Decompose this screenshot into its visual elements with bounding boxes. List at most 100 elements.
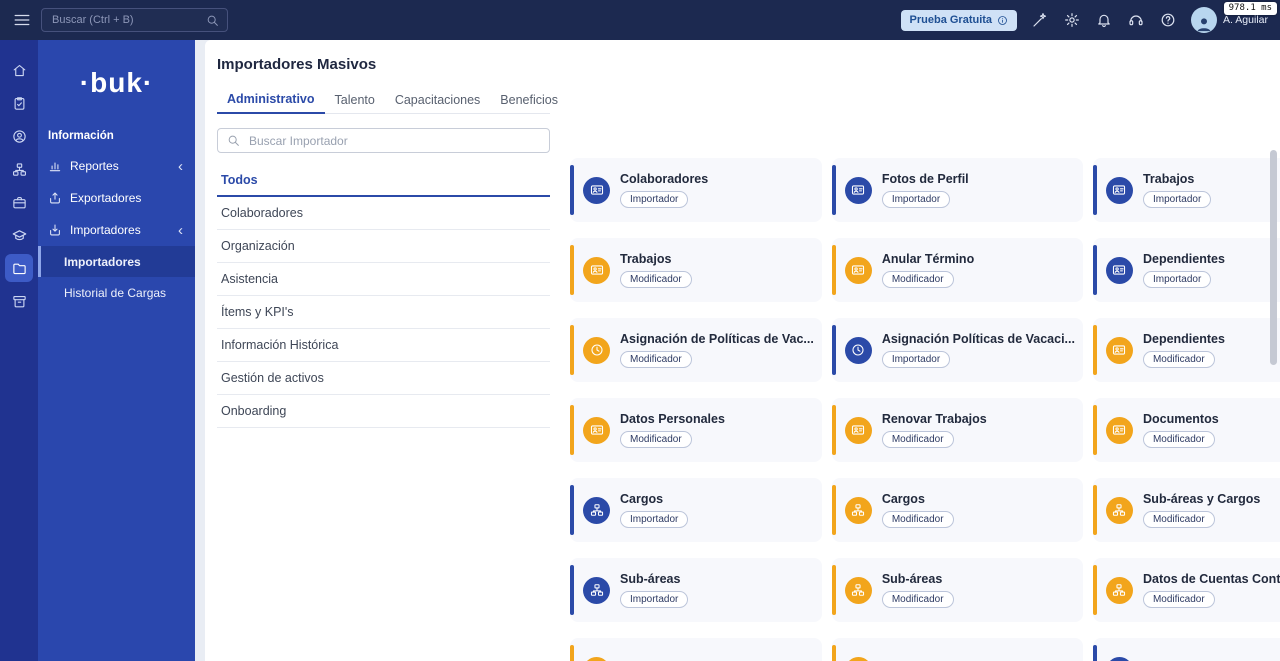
tab-label: Administrativo bbox=[227, 92, 315, 106]
page-title: Importadores Masivos bbox=[217, 56, 377, 73]
category-item[interactable]: Información Histórica bbox=[217, 329, 550, 362]
sidebar: ·buk· Información Reportes ‹ Exportadore… bbox=[38, 40, 195, 661]
global-search[interactable] bbox=[41, 8, 228, 32]
card-title: Asignación Políticas de Vacaci... bbox=[881, 332, 1075, 346]
importer-card[interactable] bbox=[831, 638, 1083, 661]
importer-card[interactable]: Asignación de Políticas de Vac... Modifi… bbox=[570, 318, 822, 382]
category-item[interactable]: Organización bbox=[217, 230, 550, 263]
scrollbar-thumb[interactable] bbox=[1270, 150, 1277, 365]
tab-beneficios[interactable]: Beneficios bbox=[490, 86, 568, 114]
sidebar-subitem-label: Importadores bbox=[64, 254, 141, 269]
support-icon[interactable] bbox=[1128, 12, 1144, 28]
tab-talento[interactable]: Talento bbox=[325, 86, 385, 114]
card-icon bbox=[844, 416, 872, 444]
card-badge: Modificador bbox=[881, 591, 954, 608]
importer-search[interactable] bbox=[217, 128, 550, 153]
importer-card[interactable]: Renovar Trabajos Modificador bbox=[831, 398, 1083, 462]
importer-card[interactable]: Trabajos Importador bbox=[1092, 158, 1280, 222]
importer-search-input[interactable] bbox=[247, 132, 540, 149]
importer-card[interactable]: Sub-áreas y Cargos Modificador bbox=[1092, 478, 1280, 542]
buk-logo: ·buk· bbox=[79, 67, 154, 98]
importer-card[interactable]: Datos de Cuentas Contables Modificador bbox=[1092, 558, 1280, 622]
importer-card[interactable]: Fotos de Perfil Importador bbox=[831, 158, 1083, 222]
card-title: Documentos bbox=[1142, 412, 1219, 426]
sidebar-subitem-importadores[interactable]: Importadores bbox=[38, 246, 195, 277]
tab-administrativo[interactable]: Administrativo bbox=[217, 86, 325, 114]
card-text: Sub-áreas Modificador bbox=[881, 572, 962, 608]
card-badge: Importador bbox=[881, 351, 951, 368]
card-accent-bar bbox=[570, 565, 574, 615]
trial-button-label: Prueba Gratuita bbox=[909, 14, 993, 26]
card-text: Datos de Cuentas Contables Modificador bbox=[1142, 572, 1280, 608]
importer-card[interactable] bbox=[570, 638, 822, 661]
rail-jobs-icon[interactable] bbox=[5, 188, 33, 216]
rail-records-icon[interactable] bbox=[5, 287, 33, 315]
importer-card[interactable]: Asignación Políticas de Vacaci... Import… bbox=[831, 318, 1083, 382]
category-item[interactable]: Ítems y KPI's bbox=[217, 296, 550, 329]
card-icon bbox=[583, 496, 610, 524]
menu-icon[interactable] bbox=[13, 11, 31, 29]
importer-card[interactable]: Sub-áreas Importador bbox=[570, 558, 822, 622]
magic-wand-icon[interactable] bbox=[1032, 12, 1048, 28]
card-title: Trabajos bbox=[1142, 172, 1195, 186]
card-accent-bar bbox=[1092, 485, 1097, 535]
importer-card[interactable]: Trabajos Modificador bbox=[570, 238, 822, 302]
card-icon bbox=[844, 176, 872, 204]
search-icon bbox=[227, 134, 240, 147]
global-search-input[interactable] bbox=[50, 13, 206, 27]
sidebar-item-importadores[interactable]: Importadores ‹ bbox=[38, 214, 195, 246]
category-list: Todos Colaboradores Organización Asisten… bbox=[217, 164, 550, 428]
card-badge: Importador bbox=[620, 191, 689, 208]
category-item[interactable]: Onboarding bbox=[217, 395, 550, 428]
importer-card[interactable]: Documentos Modificador bbox=[1092, 398, 1280, 462]
importer-card[interactable]: Colaboradores Importador bbox=[570, 158, 822, 222]
tab-label: Beneficios bbox=[500, 93, 558, 107]
sidebar-subitem-historial-de-cargas[interactable]: Historial de Cargas bbox=[38, 277, 195, 308]
category-item[interactable]: Gestión de activos bbox=[217, 362, 550, 395]
card-text: Dependientes Modificador bbox=[1142, 332, 1233, 368]
category-label: Información Histórica bbox=[221, 338, 339, 352]
card-icon bbox=[583, 656, 610, 661]
category-item[interactable]: Todos bbox=[217, 164, 550, 197]
card-text: Fotos de Perfil Importador bbox=[881, 172, 977, 208]
importer-card[interactable]: Cargos Importador bbox=[570, 478, 822, 542]
category-item[interactable]: Colaboradores bbox=[217, 197, 550, 230]
importer-card[interactable] bbox=[1092, 638, 1280, 661]
importer-card[interactable]: Datos Personales Modificador bbox=[570, 398, 822, 462]
tab-capacitaciones[interactable]: Capacitaciones bbox=[385, 86, 490, 114]
help-icon[interactable] bbox=[1160, 12, 1176, 28]
card-icon bbox=[583, 256, 610, 284]
card-accent-bar bbox=[831, 245, 836, 295]
card-title: Datos de Cuentas Contables bbox=[1142, 572, 1280, 586]
rail-organization-icon[interactable] bbox=[5, 155, 33, 183]
card-text: Renovar Trabajos Modificador bbox=[881, 412, 995, 448]
rail-tasks-icon[interactable] bbox=[5, 89, 33, 117]
card-text: Dependientes Importador bbox=[1142, 252, 1233, 288]
card-accent-bar bbox=[1092, 405, 1097, 455]
tab-label: Capacitaciones bbox=[394, 93, 481, 107]
card-accent-bar bbox=[1092, 165, 1097, 215]
trial-button[interactable]: Prueba Gratuita bbox=[900, 9, 1018, 31]
rail-training-icon[interactable] bbox=[5, 221, 33, 249]
bell-icon[interactable] bbox=[1096, 12, 1112, 28]
card-title: Cargos bbox=[881, 492, 925, 506]
rail-files-icon[interactable] bbox=[5, 254, 33, 282]
importer-card[interactable]: Anular Término Modificador bbox=[831, 238, 1083, 302]
rail-home-icon[interactable] bbox=[5, 56, 33, 84]
card-title: Trabajos bbox=[620, 252, 672, 266]
person-icon bbox=[1195, 15, 1213, 33]
importer-card[interactable]: Dependientes Modificador bbox=[1092, 318, 1280, 382]
card-badge: Importador bbox=[881, 191, 951, 208]
gear-icon[interactable] bbox=[1064, 12, 1080, 28]
card-text: Sub-áreas Importador bbox=[620, 572, 696, 608]
importer-card[interactable]: Dependientes Importador bbox=[1092, 238, 1280, 302]
card-badge: Modificador bbox=[1142, 351, 1215, 368]
sidebar-item-exportadores[interactable]: Exportadores ‹ bbox=[38, 182, 195, 214]
card-title: Anular Término bbox=[881, 252, 975, 266]
sidebar-item-reportes[interactable]: Reportes ‹ bbox=[38, 150, 195, 182]
importer-card[interactable]: Cargos Modificador bbox=[831, 478, 1083, 542]
rail-profile-icon[interactable] bbox=[5, 122, 33, 150]
card-text: Colaboradores Importador bbox=[620, 172, 716, 208]
importer-card[interactable]: Sub-áreas Modificador bbox=[831, 558, 1083, 622]
category-item[interactable]: Asistencia bbox=[217, 263, 550, 296]
